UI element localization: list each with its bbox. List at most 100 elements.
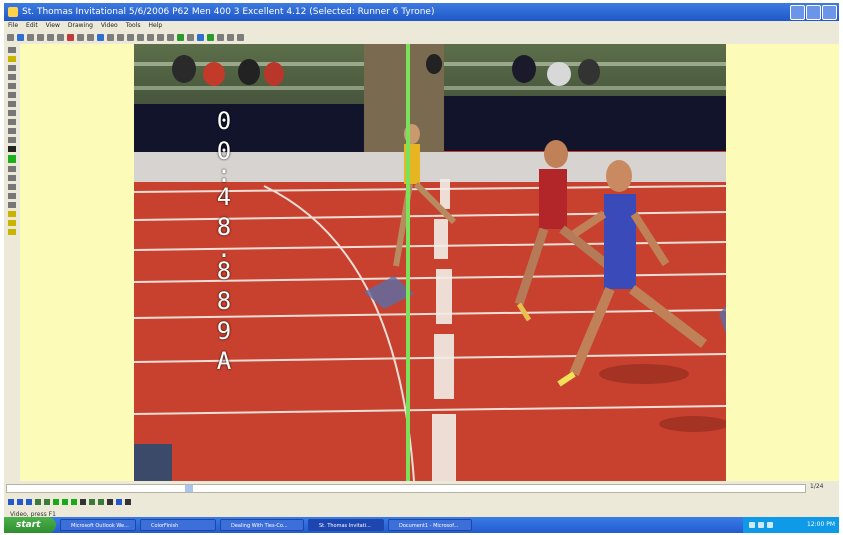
runner-icon[interactable]	[207, 34, 214, 41]
taskbar-item[interactable]: Microsoft Outlook We...	[60, 519, 136, 531]
music-icon[interactable]	[227, 34, 234, 41]
prev-frame-icon[interactable]	[17, 499, 23, 505]
timer-digit: 0	[216, 107, 232, 135]
color-green-swatch[interactable]	[8, 155, 16, 163]
play-forward-icon[interactable]	[53, 499, 59, 505]
paste-icon[interactable]	[57, 34, 64, 41]
curve-tool-icon[interactable]	[8, 101, 16, 107]
drawing-toolbar	[4, 44, 21, 481]
left-panel	[20, 44, 134, 481]
window-controls	[790, 5, 837, 20]
frame-icon[interactable]	[107, 34, 114, 41]
finish-line-marker	[406, 44, 410, 481]
timeline-scrollbar[interactable]	[6, 484, 806, 493]
taskbar: start Microsoft Outlook We... ColorFinis…	[4, 517, 839, 533]
rectangle-tool-icon[interactable]	[8, 83, 16, 89]
flag-tool-icon[interactable]	[8, 229, 16, 235]
main-toolbar	[4, 31, 839, 44]
redo-icon[interactable]	[77, 34, 84, 41]
volume-icon[interactable]	[758, 522, 764, 528]
step-forward-icon[interactable]	[44, 499, 50, 505]
freehand-tool-icon[interactable]	[8, 110, 16, 116]
layer-icon[interactable]	[8, 193, 16, 199]
line-style-icon[interactable]	[8, 175, 16, 181]
copy-icon[interactable]	[47, 34, 54, 41]
playback-controls	[8, 499, 131, 505]
line-tool-icon[interactable]	[8, 65, 16, 71]
save-icon[interactable]	[17, 34, 24, 41]
grid-tool-icon[interactable]	[8, 202, 16, 208]
security-icon[interactable]	[767, 522, 773, 528]
timer-digit: 8	[216, 257, 232, 285]
right-panel	[726, 44, 839, 481]
print-icon[interactable]	[27, 34, 34, 41]
lane-icon[interactable]	[197, 34, 204, 41]
open-icon[interactable]	[7, 34, 14, 41]
print-frame-icon[interactable]	[125, 499, 131, 505]
taskbar-item[interactable]: Dealing With Ties-Co...	[220, 519, 304, 531]
timer-digit: 8	[216, 287, 232, 315]
minimize-button[interactable]	[790, 5, 805, 20]
zoom-in-icon[interactable]	[157, 34, 164, 41]
table-icon[interactable]	[137, 34, 144, 41]
zoom-out-icon[interactable]	[167, 34, 174, 41]
menu-video[interactable]: Video	[101, 21, 118, 31]
pencil-tool-icon[interactable]	[8, 56, 16, 62]
timer-readout: 0 0 : 4 8 . 8 8 9 A	[212, 106, 236, 376]
pan-icon[interactable]	[98, 499, 104, 505]
maximize-button[interactable]	[806, 5, 821, 20]
label-tool-icon[interactable]	[8, 220, 16, 226]
timer-colon: :	[216, 160, 232, 188]
menu-bar: File Edit View Drawing Video Tools Help	[4, 21, 839, 31]
flag-icon[interactable]	[217, 34, 224, 41]
finish-line-video[interactable]: 0 0 : 4 8 . 8 8 9 A	[134, 44, 726, 481]
line-width-icon[interactable]	[8, 166, 16, 172]
menu-help[interactable]: Help	[148, 21, 162, 31]
pointer-icon[interactable]	[80, 499, 86, 505]
timeline-thumb[interactable]	[185, 485, 193, 492]
measure-tool-icon[interactable]	[8, 119, 16, 125]
fast-forward-icon[interactable]	[62, 499, 68, 505]
undo-icon[interactable]	[67, 34, 74, 41]
close-button[interactable]	[822, 5, 837, 20]
menu-drawing[interactable]: Drawing	[68, 21, 93, 31]
taskbar-item[interactable]: ColorFinish	[140, 519, 216, 531]
cut-icon[interactable]	[37, 34, 44, 41]
zoom-icon[interactable]	[89, 499, 95, 505]
play-icon[interactable]	[177, 34, 184, 41]
camera-icon[interactable]	[107, 499, 113, 505]
save-frame-icon[interactable]	[116, 499, 122, 505]
list-icon[interactable]	[147, 34, 154, 41]
marker-tool-icon[interactable]	[8, 128, 16, 134]
clock: 12:00 PM	[807, 521, 835, 528]
system-tray: 12:00 PM	[743, 517, 839, 533]
pointer-tool-icon[interactable]	[8, 137, 16, 143]
layout-icon[interactable]	[117, 34, 124, 41]
camera-icon[interactable]	[97, 34, 104, 41]
last-frame-icon[interactable]	[71, 499, 77, 505]
stop-icon[interactable]	[187, 34, 194, 41]
taskbar-item-active[interactable]: St. Thomas Invitati...	[308, 519, 384, 531]
color-black-swatch[interactable]	[8, 146, 16, 152]
menu-view[interactable]: View	[46, 21, 60, 31]
rewind-icon[interactable]	[26, 499, 32, 505]
ellipse-tool-icon[interactable]	[8, 92, 16, 98]
highlight-tool-icon[interactable]	[8, 211, 16, 217]
arrow-tool-icon[interactable]	[8, 74, 16, 80]
menu-tools[interactable]: Tools	[126, 21, 141, 31]
menu-file[interactable]: File	[8, 21, 18, 31]
first-frame-icon[interactable]	[8, 499, 14, 505]
app-icon	[8, 7, 18, 17]
grid-icon[interactable]	[87, 34, 94, 41]
network-icon[interactable]	[749, 522, 755, 528]
close-tool-icon[interactable]	[8, 184, 16, 190]
menu-edit[interactable]: Edit	[26, 21, 38, 31]
timer-dot: .	[216, 235, 232, 263]
settings-icon[interactable]	[237, 34, 244, 41]
frame-counter: 1/24	[810, 483, 824, 490]
taskbar-item[interactable]: Document1 - Microsof...	[388, 519, 472, 531]
step-back-icon[interactable]	[35, 499, 41, 505]
text-tool-icon[interactable]	[8, 47, 16, 53]
start-button[interactable]: start	[4, 517, 56, 533]
split-icon[interactable]	[127, 34, 134, 41]
